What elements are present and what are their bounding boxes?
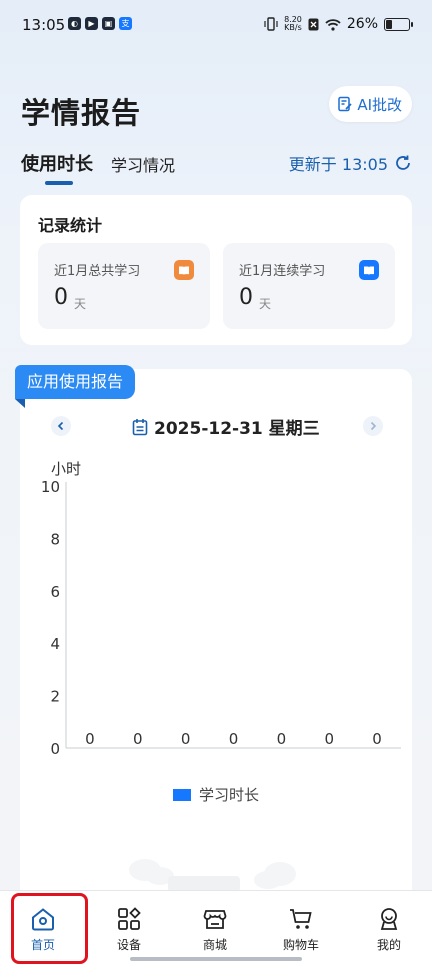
stat-value: 0 [239, 285, 253, 310]
chevron-right-icon [370, 421, 377, 431]
video-notification-icon: ▶ [85, 17, 98, 30]
current-date: 2025-12-31 星期三 [154, 419, 320, 439]
profile-icon [380, 908, 398, 930]
y-tick-label: 4 [50, 635, 60, 653]
page-title: 学情报告 [21, 96, 142, 130]
y-tick-label: 6 [50, 583, 60, 601]
record-stats-title: 记录统计 [38, 216, 103, 235]
no-sim-icon [308, 18, 319, 30]
ribbon-fold [15, 399, 25, 408]
book-open-icon [359, 260, 379, 280]
bar-data-label: 0 [277, 730, 287, 748]
tabbar-label: 我的 [376, 938, 401, 952]
y-axis-label: 小时 [51, 460, 81, 478]
home-tab-highlight [11, 893, 88, 964]
status-time: 13:05 [22, 16, 66, 34]
chart-legend: 学习时长 [173, 784, 259, 805]
stat-value: 0 [54, 285, 68, 310]
refresh-button[interactable]: 更新于 13:05 [289, 151, 412, 175]
battery-icon [384, 17, 413, 31]
tabbar-label: 设备 [116, 938, 141, 952]
legend-label: 学习时长 [199, 786, 260, 804]
stat-label: 近1月连续学习 [239, 264, 326, 279]
tabbar-label: 购物车 [282, 938, 319, 952]
bar-data-label: 0 [85, 730, 95, 748]
y-tick-label: 10 [41, 478, 60, 496]
status-right: 8.20 KB/s 26% [264, 15, 413, 32]
wifi-icon [325, 18, 341, 31]
apps-icon [118, 907, 141, 930]
y-tick-label: 0 [50, 740, 60, 758]
empty-illustration [129, 859, 296, 890]
bar-data-label: 0 [324, 730, 334, 748]
legend-swatch [173, 788, 191, 801]
tabbar-store[interactable]: 商城 [172, 891, 258, 964]
bar-data-label: 0 [372, 730, 382, 748]
battery-percent: 26% [346, 16, 378, 32]
updated-time: 更新于 13:05 [288, 155, 388, 174]
home-indicator [130, 957, 302, 961]
net-speed: 8.20 KB/s [284, 15, 302, 32]
store-icon [203, 910, 227, 929]
y-tick-label: 2 [50, 688, 60, 706]
vibrate-icon [264, 17, 278, 31]
chevron-left-icon [57, 421, 64, 431]
stat-label: 近1月总共学习 [54, 264, 141, 279]
refresh-icon [396, 155, 410, 170]
prev-day-button[interactable] [51, 416, 71, 436]
tabbar-cart[interactable]: 购物车 [258, 891, 344, 964]
notification-icons: ◐ ▶ ▣ 支 [68, 17, 132, 30]
ai-grading-button[interactable]: AI批改 [329, 86, 412, 122]
edit-document-icon [338, 96, 352, 112]
usage-bar-chart: 小时 0 2 4 6 8 10 0 0 0 0 0 0 0 [41, 460, 401, 758]
next-day-button[interactable] [363, 416, 383, 436]
stat-unit: 天 [259, 297, 272, 311]
bar-data-label: 0 [181, 730, 191, 748]
book-icon [174, 260, 194, 280]
message-notification-icon: ▣ [102, 17, 115, 30]
bar-data-label: 0 [133, 730, 143, 748]
report-tabs: 使用时长 学习情况 [21, 150, 175, 185]
tabbar-profile[interactable]: 我的 [346, 891, 432, 964]
tabbar-label: 商城 [202, 938, 227, 952]
status-bar: 13:05 ◐ ▶ ▣ 支 8.20 KB/s 26% [0, 0, 432, 50]
stat-continuous-days: 近1月连续学习 0 天 [223, 243, 395, 329]
y-tick-label: 8 [50, 530, 60, 548]
bar-data-label: 0 [229, 730, 239, 748]
calendar-icon [132, 418, 148, 435]
tabbar-devices[interactable]: 设备 [86, 891, 172, 964]
usage-report-ribbon: 应用使用报告 [15, 365, 136, 399]
record-stats-card: 记录统计 近1月总共学习 0 天 近1月连续学习 0 天 [20, 195, 412, 345]
stat-total-days: 近1月总共学习 0 天 [38, 243, 210, 329]
tab-learning-status[interactable]: 学习情况 [111, 152, 175, 176]
app-notification-icon: ◐ [68, 17, 81, 30]
stat-unit: 天 [74, 297, 87, 311]
tab-usage-time[interactable]: 使用时长 [21, 150, 93, 185]
ai-grading-label: AI批改 [357, 95, 402, 114]
date-selector: 2025-12-31 星期三 [20, 412, 412, 440]
date-picker[interactable]: 2025-12-31 星期三 [132, 414, 320, 439]
alipay-notification-icon: 支 [119, 17, 132, 30]
cart-icon [290, 909, 312, 929]
